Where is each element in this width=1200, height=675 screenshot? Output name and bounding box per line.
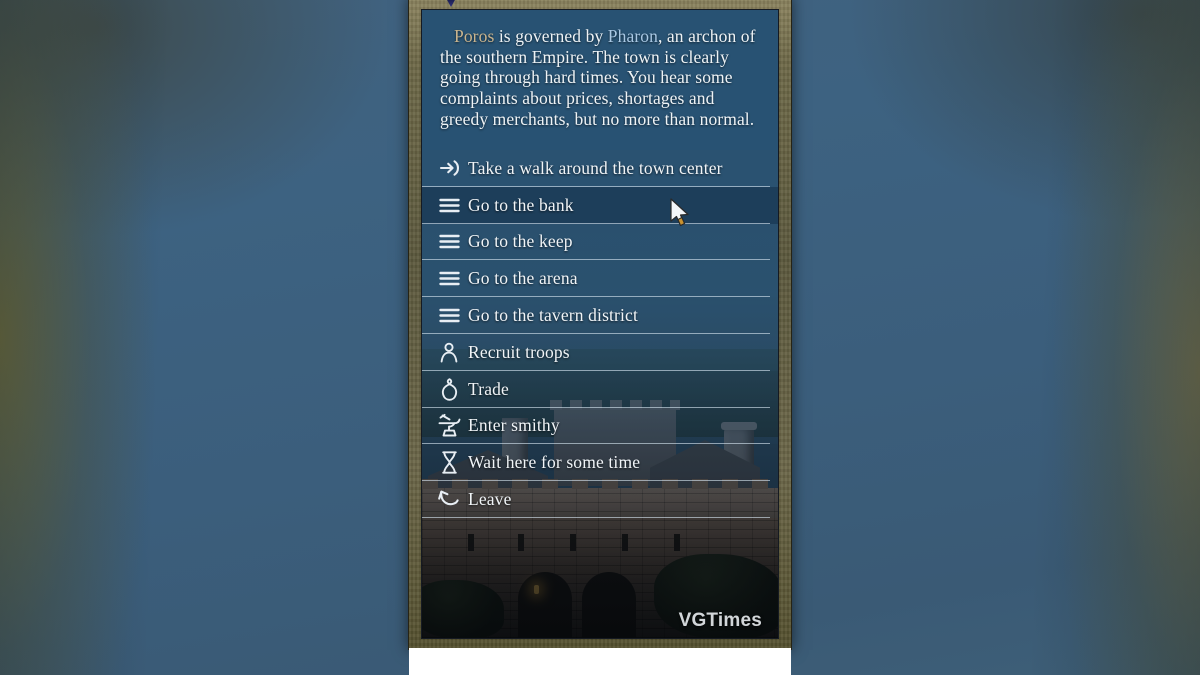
option-label: Trade — [468, 378, 509, 399]
option-label: Take a walk around the town center — [468, 157, 723, 178]
option-label: Go to the bank — [468, 194, 574, 215]
option-label: Go to the keep — [468, 231, 573, 252]
anvil-icon — [436, 414, 462, 437]
option-list: Take a walk around the town center Go to… — [422, 150, 778, 518]
list-lines-icon — [436, 231, 462, 253]
option-label: Wait here for some time — [468, 452, 641, 473]
dialog-inner-panel: Poros is governed by Pharon, an archon o… — [421, 9, 779, 639]
option-go-to-the-tavern-district[interactable]: Go to the tavern district — [422, 297, 778, 334]
gem-decoration-icon — [442, 0, 460, 7]
option-label: Enter smithy — [468, 415, 560, 436]
option-label: Go to the arena — [468, 268, 578, 289]
option-wait-here-for-some-time[interactable]: Wait here for some time — [422, 444, 778, 482]
dialog-content: Poros is governed by Pharon, an archon o… — [422, 10, 778, 638]
option-label: Go to the tavern district — [468, 305, 638, 326]
person-icon — [436, 341, 462, 363]
option-go-to-the-keep[interactable]: Go to the keep — [422, 223, 778, 261]
town-description: Poros is governed by Pharon, an archon o… — [422, 10, 778, 150]
option-label: Leave — [468, 489, 512, 510]
town-name-text: Poros — [454, 26, 495, 46]
option-go-to-the-arena[interactable]: Go to the arena — [422, 260, 778, 298]
option-leave[interactable]: Leave — [422, 481, 778, 518]
list-lines-icon — [436, 268, 462, 290]
mouse-cursor — [669, 198, 695, 230]
bottom-white-strip — [409, 648, 791, 675]
coin-purse-icon — [436, 377, 462, 401]
list-lines-icon — [436, 194, 462, 216]
option-recruit-troops[interactable]: Recruit troops — [422, 333, 778, 371]
description-segment-1: is governed by — [494, 26, 608, 46]
option-label: Recruit troops — [468, 341, 570, 362]
back-arrow-icon — [436, 489, 462, 511]
option-go-to-the-bank[interactable]: Go to the bank — [422, 186, 778, 224]
vgtimes-watermark: VGTimes — [678, 610, 762, 631]
enter-arrow-icon — [436, 157, 462, 179]
list-lines-icon — [436, 305, 462, 327]
town-menu-dialog: Poros is governed by Pharon, an archon o… — [408, 0, 792, 650]
hourglass-icon — [436, 451, 462, 474]
option-take-a-walk-around-the-town-center[interactable]: Take a walk around the town center — [422, 150, 778, 187]
ruler-name-text: Pharon — [607, 26, 658, 46]
option-trade[interactable]: Trade — [422, 370, 778, 408]
option-enter-smithy[interactable]: Enter smithy — [422, 407, 778, 445]
